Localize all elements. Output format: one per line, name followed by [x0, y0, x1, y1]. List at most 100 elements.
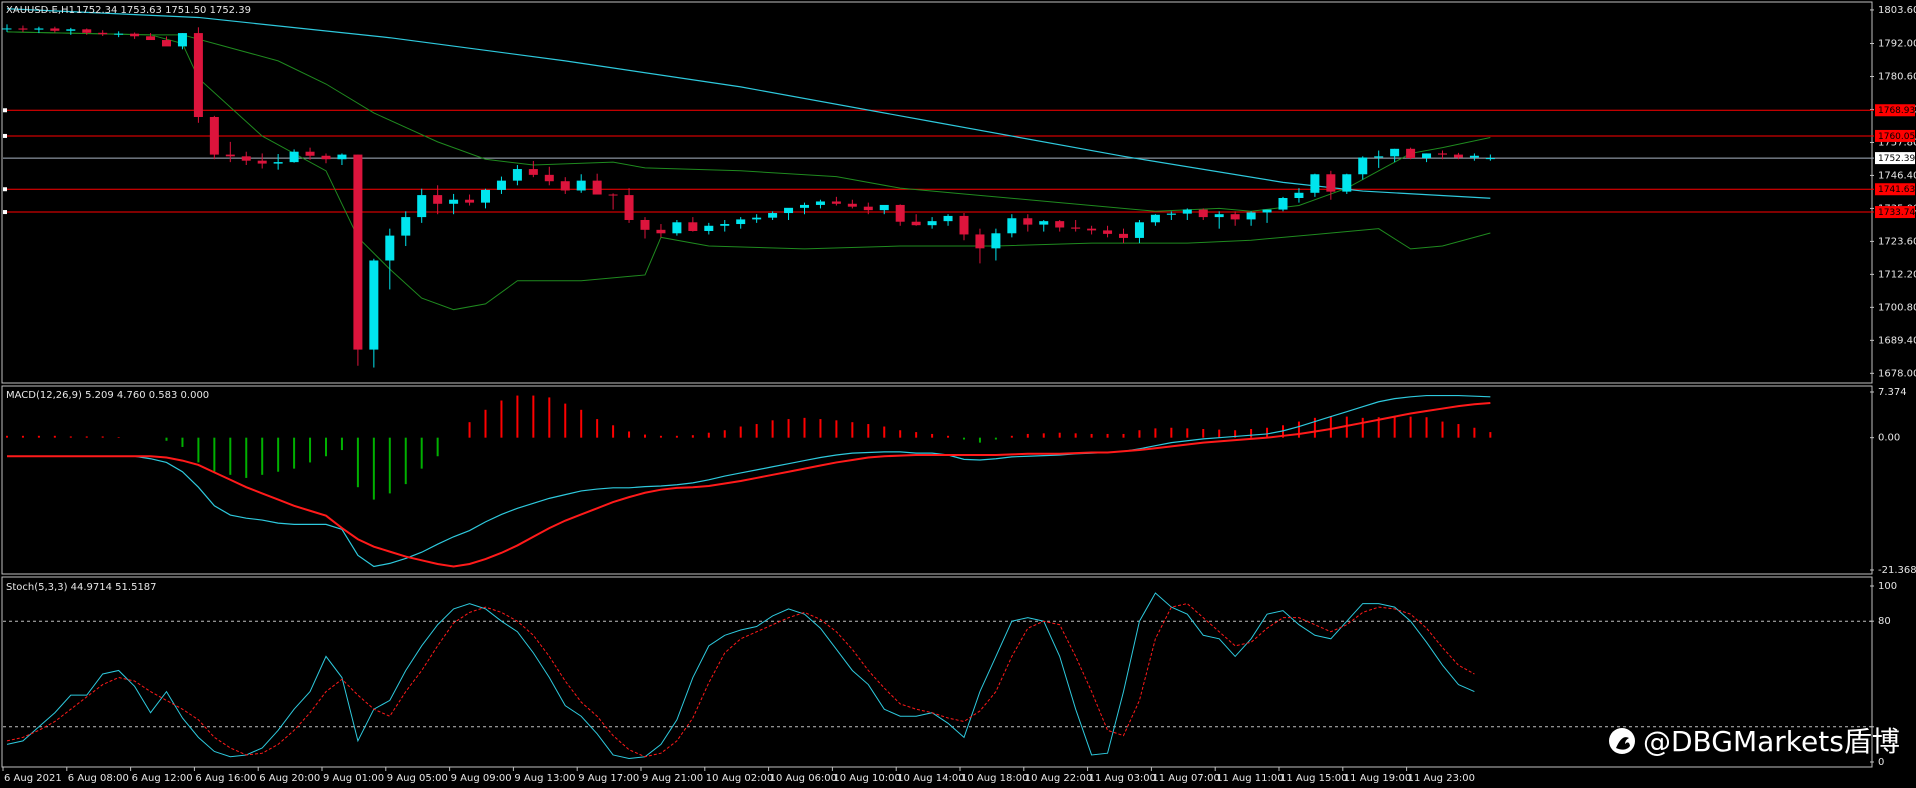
candle-body: [34, 28, 44, 30]
stoch-d-line: [6, 603, 1475, 758]
level-tag-label: 1768.93: [1878, 106, 1915, 116]
candle-body: [114, 33, 124, 35]
candle-body: [991, 233, 1001, 249]
stoch-axis-label: 80: [1878, 616, 1891, 627]
candle-body: [1310, 174, 1320, 193]
candle-body: [1294, 192, 1304, 198]
macd-label: MACD(12,26,9) 5.209 4.760 0.583 0.000: [6, 390, 209, 401]
candle-body: [1150, 214, 1160, 223]
time-axis-label: 11 Aug 11:00: [1216, 773, 1283, 784]
candle-body: [177, 33, 187, 47]
stoch-pane-frame: [1, 576, 1873, 768]
candle-body: [465, 199, 475, 203]
candle-body: [1278, 197, 1288, 210]
candle-body: [800, 204, 809, 208]
current-price-label: 1752.39: [1878, 154, 1915, 164]
candle-body: [2, 28, 12, 30]
candle-body: [1087, 228, 1097, 231]
candle-body: [784, 207, 794, 214]
candle-body: [209, 116, 219, 155]
time-axis-label: 10 Aug 22:00: [1025, 773, 1092, 784]
candle-body: [624, 195, 634, 220]
level-marker: [3, 108, 7, 113]
candle-body: [1182, 209, 1192, 214]
level-marker: [3, 187, 7, 192]
candle-body: [1246, 212, 1256, 220]
candle-body: [528, 169, 538, 175]
time-axis-label: 10 Aug 14:00: [897, 773, 964, 784]
candle-body: [847, 203, 857, 207]
candle-body: [1390, 148, 1400, 157]
candle-body: [1071, 227, 1081, 229]
level-tag-label: 1733.74: [1878, 208, 1915, 218]
candle-body: [640, 219, 650, 230]
watermark-text: @DBGMarkets盾博: [1643, 725, 1900, 758]
candle-body: [146, 36, 156, 41]
time-axis-label: 11 Aug 03:00: [1089, 773, 1156, 784]
price-axis-label: 1792.00: [1878, 39, 1916, 50]
stoch-axis-label: 0: [1878, 757, 1884, 768]
candle-body: [289, 151, 299, 163]
candle-body: [688, 222, 698, 231]
candle-body: [353, 154, 363, 350]
candle-body: [1119, 233, 1128, 238]
candle-body: [1326, 174, 1336, 192]
candle-body: [225, 154, 235, 157]
candle-body: [560, 181, 570, 191]
macd-axis-label: -21.368: [1878, 565, 1916, 576]
time-axis-label: 10 Aug 06:00: [770, 773, 837, 784]
time-axis-label: 6 Aug 20:00: [259, 773, 320, 784]
candle-body: [130, 33, 140, 37]
candle-body: [1422, 153, 1432, 159]
candle-body: [1358, 157, 1368, 175]
candle-body: [417, 195, 427, 218]
time-axis-label: 10 Aug 18:00: [961, 773, 1028, 784]
candle-body: [927, 221, 937, 226]
price-pane: 1803.601792.001780.601769.201757.801746.…: [2, 5, 1916, 379]
price-axis-label: 1780.60: [1878, 71, 1916, 82]
time-axis-label: 9 Aug 21:00: [642, 773, 703, 784]
level-marker: [3, 210, 7, 215]
candle-body: [449, 199, 459, 204]
candle-body: [576, 180, 586, 191]
price-axis-label: 1746.40: [1878, 170, 1916, 181]
time-axis-label: 10 Aug 02:00: [706, 773, 773, 784]
candle-body: [273, 162, 283, 164]
bollinger-upper-band: [6, 31, 1491, 212]
candle-body: [752, 217, 762, 220]
price-axis-label: 1723.60: [1878, 236, 1916, 247]
time-axis: 6 Aug 2021 6 Aug 08:00 6 Aug 12:00 6 Aug 16…: [2, 767, 1475, 784]
candle-body: [656, 229, 666, 234]
chart-canvas[interactable]: 1803.601792.001780.601769.201757.801746.…: [0, 0, 1916, 788]
candle-body: [1039, 221, 1049, 225]
candle-body: [1406, 148, 1416, 159]
candle-body: [369, 260, 379, 350]
price-axis-label: 1803.60: [1878, 5, 1916, 16]
candle-body: [1230, 214, 1240, 220]
time-axis-label: 9 Aug 05:00: [387, 773, 448, 784]
candle-body: [943, 215, 953, 222]
time-axis-label: 11 Aug 15:00: [1280, 773, 1347, 784]
candle-body: [82, 29, 92, 33]
candle-body: [433, 195, 443, 204]
candle-body: [863, 206, 873, 211]
candle-body: [1342, 174, 1352, 192]
time-axis-label: 10 Aug 10:00: [833, 773, 900, 784]
candle-body: [895, 204, 905, 222]
candle-body: [50, 28, 60, 31]
candle-body: [193, 33, 203, 117]
candle-body: [911, 221, 921, 226]
candle-body: [1055, 221, 1065, 228]
candle-body: [544, 174, 554, 182]
candle-body: [672, 222, 682, 234]
candle-body: [831, 201, 841, 204]
candle-body: [1262, 209, 1272, 213]
watermark: @DBGMarkets盾博: [1609, 725, 1900, 758]
stoch-label: Stoch(5,3,3) 44.9714 51.5187: [6, 582, 157, 593]
time-axis-label: 6 Aug 08:00: [68, 773, 129, 784]
time-axis-label: 9 Aug 17:00: [578, 773, 639, 784]
time-axis-label: 9 Aug 01:00: [323, 773, 384, 784]
macd-axis-label: 7.374: [1878, 387, 1907, 398]
macd-pane: 7.374 0.00 -21.368: [6, 387, 1916, 576]
moving-average-line: [6, 8, 1491, 199]
